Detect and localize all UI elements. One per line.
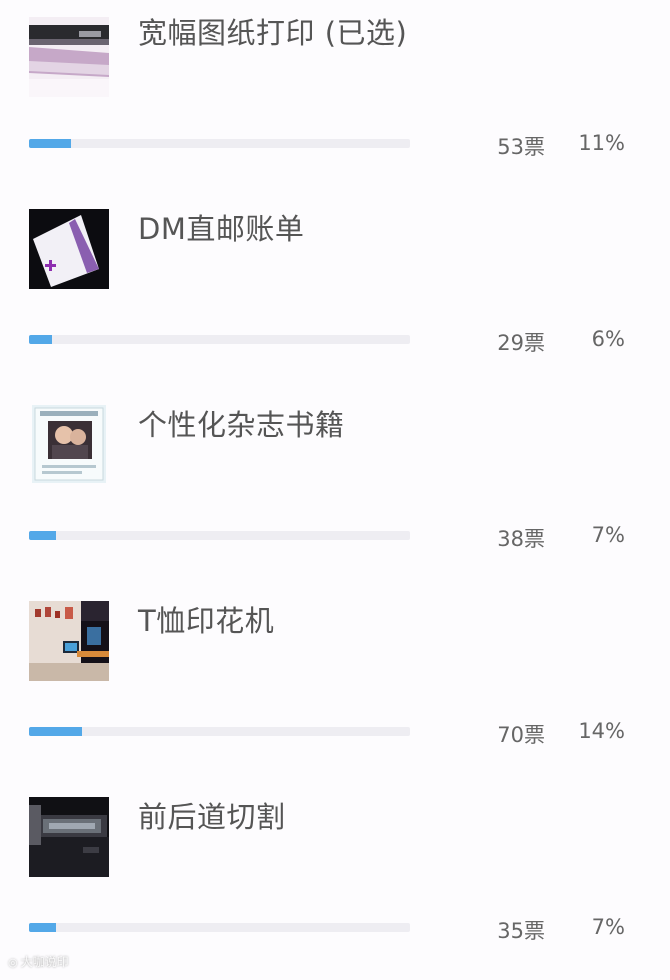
wide-format-printer-photo xyxy=(29,17,109,97)
vote-option[interactable]: DM直邮账单 29票 6% xyxy=(0,196,670,392)
vote-percent: 7% xyxy=(591,523,625,547)
vote-count: 53票 xyxy=(497,135,545,159)
vote-percent: 7% xyxy=(591,915,625,939)
dm-mailer-photo xyxy=(29,209,109,289)
vote-percent: 6% xyxy=(591,327,625,351)
option-title: 宽幅图纸打印 (已选) xyxy=(138,16,408,50)
vote-progress-fill xyxy=(29,335,52,344)
vote-option[interactable]: 个性化杂志书籍 38票 7% xyxy=(0,392,670,588)
option-title: 前后道切割 xyxy=(138,800,286,834)
tshirt-printer-photo xyxy=(29,601,109,681)
vote-count: 70票 xyxy=(497,723,545,747)
vote-progress-bar xyxy=(29,335,410,344)
vote-count: 29票 xyxy=(497,331,545,355)
vote-percent: 14% xyxy=(578,719,625,743)
watermark-text: 大咖说印 xyxy=(20,955,69,969)
vote-option-list: 宽幅图纸打印 (已选) 53票 11% DM直邮账单 29票 6% 个性化杂志书… xyxy=(0,0,670,976)
watermark: ◎ 大咖说印 xyxy=(8,953,69,970)
vote-progress-bar xyxy=(29,727,410,736)
vote-progress-bar xyxy=(29,531,410,540)
vote-progress-fill xyxy=(29,139,71,148)
cutting-machine-photo xyxy=(29,797,109,877)
vote-progress-fill xyxy=(29,531,56,540)
vote-percent: 11% xyxy=(578,131,625,155)
vote-option[interactable]: T恤印花机 70票 14% xyxy=(0,588,670,784)
vote-option[interactable]: 宽幅图纸打印 (已选) 53票 11% xyxy=(0,0,670,196)
vote-option[interactable]: 前后道切割 35票 7% xyxy=(0,784,670,980)
option-title: 个性化杂志书籍 xyxy=(138,408,345,442)
weibo-icon: ◎ xyxy=(8,956,18,969)
option-title: T恤印花机 xyxy=(138,604,275,638)
vote-progress-fill xyxy=(29,923,56,932)
vote-progress-fill xyxy=(29,727,83,736)
vote-count: 38票 xyxy=(497,527,545,551)
vote-progress-bar xyxy=(29,139,410,148)
option-title: DM直邮账单 xyxy=(138,212,305,246)
vote-count: 35票 xyxy=(497,919,545,943)
magazine-photo xyxy=(32,405,106,483)
vote-progress-bar xyxy=(29,923,410,932)
